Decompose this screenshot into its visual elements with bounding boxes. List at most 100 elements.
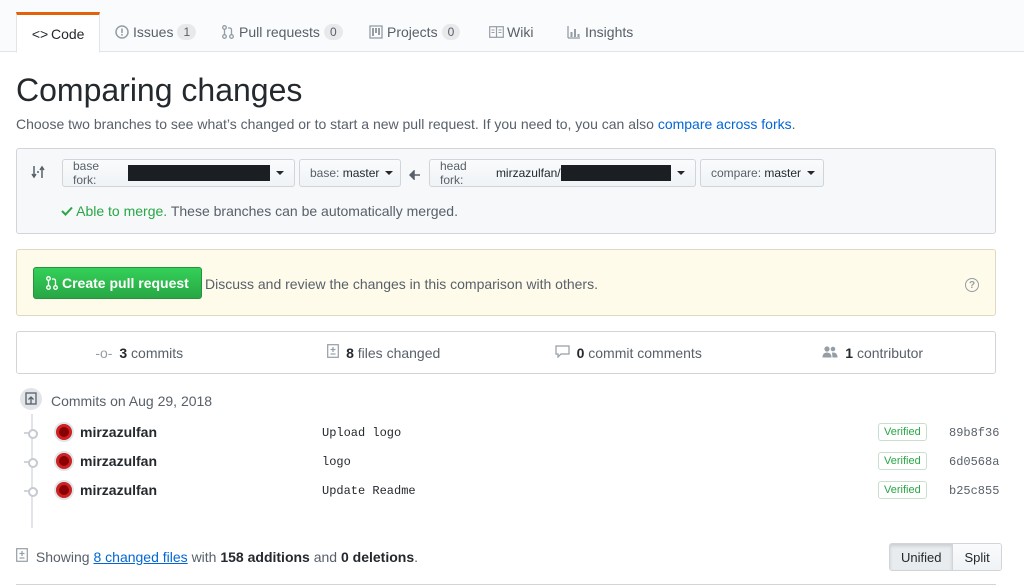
head-fork-select[interactable]: head fork: mirzazulfan/ (429, 159, 696, 187)
issue-count-badge: 1 (177, 24, 197, 40)
avatar[interactable] (54, 422, 74, 442)
compare-label: compare: (711, 166, 762, 180)
create-pr-box: Create pull request Discuss and review t… (16, 249, 996, 316)
changed-files-link[interactable]: 8 changed files (93, 549, 187, 565)
stat-commits[interactable]: -o- 3 commits (17, 345, 262, 361)
commit-dot-icon (24, 486, 38, 497)
commit-message[interactable]: Update Readme (322, 484, 416, 498)
file-diff-icon (327, 344, 343, 361)
additions-count: 158 additions (220, 549, 310, 565)
base-label: base: (310, 166, 340, 180)
diff-summary: Showing 8 changed files with 158 additio… (16, 548, 418, 565)
summary-showing: Showing (35, 549, 90, 565)
summary-with: with (191, 549, 217, 565)
check-icon (61, 203, 76, 219)
page-subtitle: Choose two branches to see what’s change… (16, 116, 796, 132)
commit-row: mirzazulfan Update Readme Verified b25c8… (16, 476, 999, 505)
code-icon: <> (31, 25, 49, 42)
compare-value: master (764, 166, 802, 180)
commit-sha[interactable]: b25c855 (949, 484, 999, 498)
summary-and: and (313, 549, 338, 565)
commits-count: 3 (119, 344, 128, 361)
commit-row: mirzazulfan logo Verified 6d0568a (16, 447, 999, 476)
redacted-repo (127, 165, 270, 181)
repo-nav: <> Code Issues 1 Pull requests 0 Project… (0, 0, 1024, 53)
chevron-down-icon (385, 171, 394, 175)
commit-author[interactable]: mirzazulfan (80, 424, 157, 440)
tab-wiki[interactable]: Wiki (488, 12, 533, 52)
commit-sha[interactable]: 6d0568a (949, 455, 999, 469)
merge-status: Able to merge. These branches can be aut… (61, 203, 458, 219)
graph-icon (566, 25, 582, 39)
compare-arrows-icon (31, 164, 47, 183)
create-pr-description: Discuss and review the changes in this c… (205, 276, 598, 292)
redacted-repo (560, 165, 671, 181)
tab-label: Issues (133, 24, 174, 40)
compare-across-forks-link[interactable]: compare across forks (658, 116, 792, 132)
commit-sha[interactable]: 89b8f36 (949, 426, 999, 440)
head-fork-value: mirzazulfan/ (495, 166, 561, 180)
files-count: 8 (346, 345, 354, 361)
deletions-count: 0 deletions (340, 549, 415, 565)
subtitle-end: . (791, 116, 796, 132)
create-pr-label: Create pull request (62, 275, 189, 291)
repo-push-icon (18, 386, 44, 412)
arrow-left-icon (408, 167, 421, 183)
tab-label: Projects (387, 24, 438, 40)
comment-icon (555, 344, 574, 361)
tab-label: Wiki (507, 24, 534, 40)
commit-row: mirzazulfan Upload logo Verified 89b8f36 (16, 418, 999, 447)
commit-message[interactable]: logo (322, 455, 351, 469)
verified-badge[interactable]: Verified (878, 481, 927, 499)
verified-badge[interactable]: Verified (878, 452, 927, 470)
chevron-down-icon (677, 171, 685, 175)
pull-request-icon (46, 276, 58, 290)
commit-dot-icon (24, 457, 38, 468)
merge-status-label: Able to merge. (76, 203, 168, 219)
stat-contributors[interactable]: 1 contributor (751, 345, 996, 361)
book-icon (488, 26, 504, 38)
chevron-down-icon (807, 171, 816, 175)
create-pull-request-button[interactable]: Create pull request (33, 267, 202, 299)
contributors-count: 1 (845, 344, 854, 361)
avatar[interactable] (54, 480, 74, 500)
commit-author[interactable]: mirzazulfan (80, 453, 157, 469)
people-icon (822, 345, 842, 361)
compare-stats-bar: -o- 3 commits 8 files changed 0 commit c… (16, 331, 996, 374)
base-fork-select[interactable]: base fork: (62, 159, 295, 187)
tab-projects[interactable]: Projects 0 (368, 12, 461, 52)
stat-commit-comments[interactable]: 0 commit comments (506, 345, 751, 361)
commit-icon: -o- (95, 344, 113, 361)
subtitle-text: Choose two branches to see what’s change… (16, 116, 654, 132)
compare-range-box: base fork: base: master head fork: mirza… (16, 148, 996, 234)
commit-author[interactable]: mirzazulfan (80, 482, 157, 498)
issue-icon (114, 25, 130, 39)
split-view-button[interactable]: Split (953, 544, 1001, 570)
verified-badge[interactable]: Verified (878, 423, 927, 441)
tab-label: Code (51, 25, 85, 42)
chevron-down-icon (276, 171, 284, 175)
avatar[interactable] (54, 451, 74, 471)
files-label: files changed (357, 345, 441, 361)
head-fork-label: head fork: (440, 159, 467, 187)
compare-branch-select[interactable]: compare: master (700, 159, 824, 187)
pull-request-icon (220, 25, 236, 39)
unified-view-button[interactable]: Unified (890, 544, 954, 570)
commit-message[interactable]: Upload logo (322, 426, 401, 440)
file-diff-icon (16, 548, 28, 562)
tab-code[interactable]: <> Code (16, 12, 101, 53)
base-branch-select[interactable]: base: master (299, 159, 401, 187)
stat-files-changed[interactable]: 8 files changed (262, 344, 507, 361)
divider (16, 584, 996, 585)
tab-issues[interactable]: Issues 1 (114, 12, 197, 52)
commit-group-title: Commits on Aug 29, 2018 (51, 393, 213, 409)
diff-view-toggle: Unified Split (889, 543, 1002, 571)
pr-count-badge: 0 (323, 24, 343, 40)
help-icon[interactable]: ? (965, 278, 979, 292)
project-icon (368, 25, 384, 39)
commit-dot-icon (24, 428, 38, 439)
tab-label: Insights (585, 24, 634, 40)
tab-pull-requests[interactable]: Pull requests 0 (220, 12, 343, 52)
tab-insights[interactable]: Insights (566, 12, 633, 52)
base-fork-label: base fork: (73, 159, 100, 187)
